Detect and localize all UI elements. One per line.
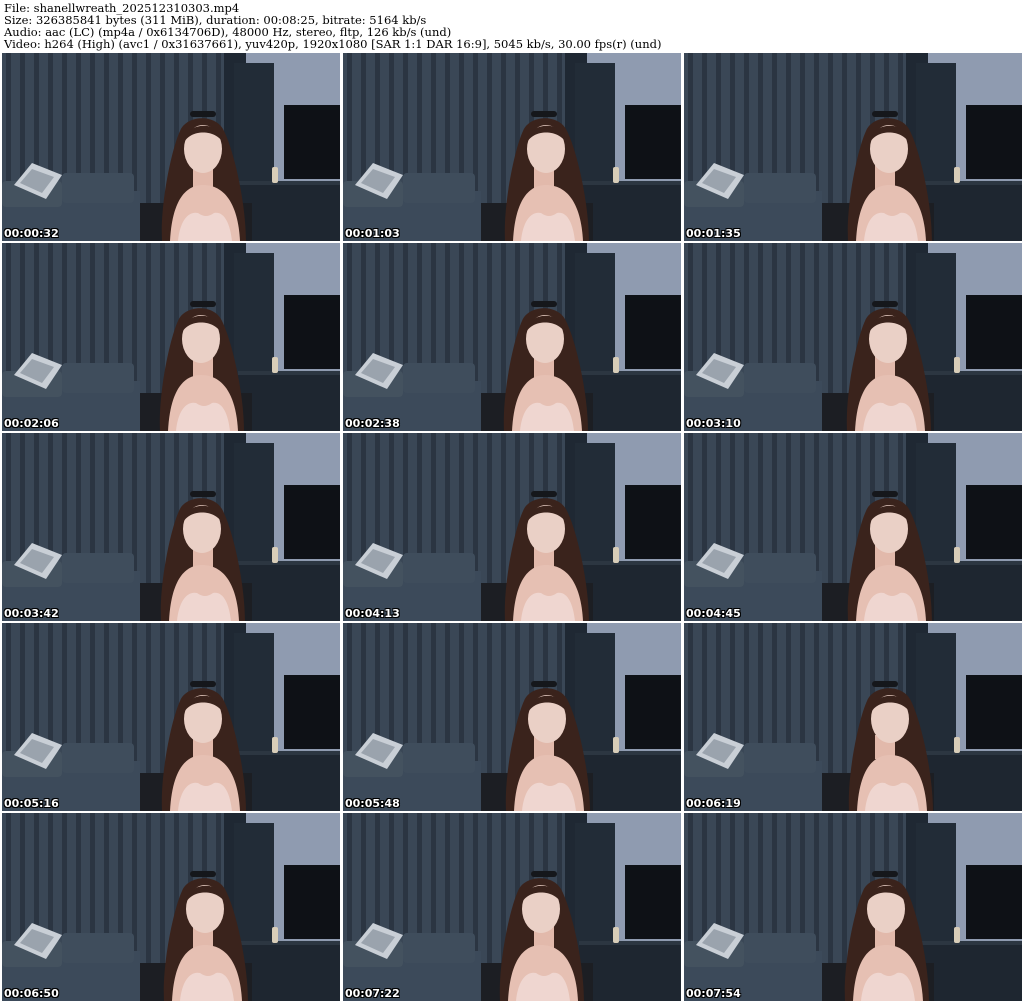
video-thumbnail: 00:01:35 [684,53,1022,241]
thumbnail-timestamp: 00:03:10 [686,417,741,430]
video-thumbnail: 00:07:54 [684,813,1022,1001]
thumbnail-timestamp: 00:01:03 [345,227,400,240]
thumbnail-timestamp: 00:01:35 [686,227,741,240]
video-thumbnail: 00:03:10 [684,243,1022,431]
frame-image [343,813,681,1001]
frame-image [684,623,1022,811]
frame-image [2,623,340,811]
video-thumbnail: 00:03:42 [2,433,340,621]
video-thumbnail: 00:04:13 [343,433,681,621]
frame-image [684,813,1022,1001]
video-thumbnail: 00:06:19 [684,623,1022,811]
thumbnail-grid: 00:00:32 00:01:03 00:01:35 00:02:06 00:0… [2,53,1022,1003]
thumbnail-timestamp: 00:06:50 [4,987,59,1000]
video-thumbnail: 00:02:38 [343,243,681,431]
thumbnail-timestamp: 00:02:06 [4,417,59,430]
video-thumbnail: 00:00:32 [2,53,340,241]
frame-image [2,243,340,431]
thumbnail-timestamp: 00:02:38 [345,417,400,430]
frame-image [343,433,681,621]
thumbnail-timestamp: 00:00:32 [4,227,59,240]
thumbnail-timestamp: 00:05:16 [4,797,59,810]
frame-image [343,243,681,431]
video-thumbnail: 00:07:22 [343,813,681,1001]
thumbnail-timestamp: 00:03:42 [4,607,59,620]
frame-image [684,243,1022,431]
thumbnail-timestamp: 00:04:13 [345,607,400,620]
frame-image [2,813,340,1001]
thumbnail-timestamp: 00:07:22 [345,987,400,1000]
frame-image [2,53,340,241]
frame-image [343,53,681,241]
video-thumbnail: 00:05:48 [343,623,681,811]
video-thumbnail: 00:04:45 [684,433,1022,621]
thumbnail-timestamp: 00:05:48 [345,797,400,810]
frame-image [684,53,1022,241]
thumbnail-timestamp: 00:06:19 [686,797,741,810]
video-thumbnail: 00:06:50 [2,813,340,1001]
video-thumbnail: 00:02:06 [2,243,340,431]
thumbnail-timestamp: 00:04:45 [686,607,741,620]
video-thumbnail: 00:01:03 [343,53,681,241]
video-thumbnail: 00:05:16 [2,623,340,811]
video-info-line: Video: h264 (High) (avc1 / 0x31637661), … [4,37,662,51]
frame-image [343,623,681,811]
thumbnail-timestamp: 00:07:54 [686,987,741,1000]
frame-image [684,433,1022,621]
file-info-header: File: shanellwreath_202512310303.mp4 Siz… [0,0,1024,52]
frame-image [2,433,340,621]
